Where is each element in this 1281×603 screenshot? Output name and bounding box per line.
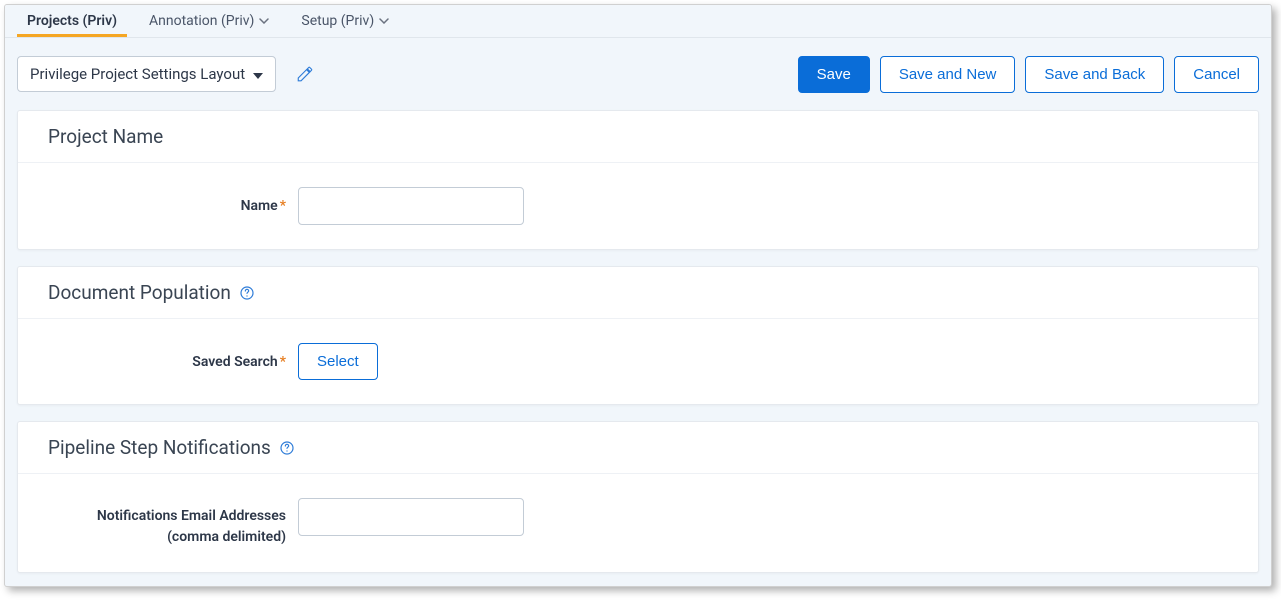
- tab-projects[interactable]: Projects (Priv): [17, 5, 127, 37]
- form-row-name: Name*: [48, 187, 1228, 225]
- panel-project-name: Project Name Name*: [17, 110, 1259, 250]
- toolbar: Privilege Project Settings Layout Save S…: [5, 38, 1271, 110]
- help-icon[interactable]: [239, 285, 255, 301]
- notification-emails-input[interactable]: [298, 498, 524, 536]
- tab-label: Setup (Priv): [301, 13, 374, 29]
- panel-header: Document Population: [18, 267, 1258, 319]
- panel-pipeline-notifications: Pipeline Step Notifications Notification…: [17, 421, 1259, 573]
- content-area: Project Name Name* Document Population: [5, 110, 1271, 587]
- select-saved-search-button[interactable]: Select: [298, 343, 378, 380]
- layout-dropdown-label: Privilege Project Settings Layout: [30, 65, 245, 83]
- caret-down-icon: [253, 65, 263, 83]
- tab-label: Annotation (Priv): [149, 13, 254, 29]
- panel-document-population: Document Population Saved Search* Select: [17, 266, 1259, 405]
- panel-body: Notifications Email Addresses (comma del…: [18, 474, 1258, 572]
- layout-dropdown[interactable]: Privilege Project Settings Layout: [17, 56, 276, 92]
- panel-title: Pipeline Step Notifications: [48, 436, 271, 459]
- saved-search-label: Saved Search*: [48, 354, 298, 370]
- panel-header: Project Name: [18, 111, 1258, 163]
- help-icon[interactable]: [279, 440, 295, 456]
- required-asterisk: *: [280, 354, 286, 370]
- required-asterisk: *: [280, 198, 286, 214]
- tab-label: Projects (Priv): [27, 13, 117, 29]
- panel-body: Saved Search* Select: [18, 319, 1258, 404]
- cancel-button[interactable]: Cancel: [1174, 56, 1259, 93]
- tab-bar: Projects (Priv) Annotation (Priv) Setup …: [5, 5, 1271, 38]
- panel-title: Project Name: [48, 125, 163, 148]
- chevron-down-icon: [379, 18, 389, 24]
- form-row-saved-search: Saved Search* Select: [48, 343, 1228, 380]
- app-container: Projects (Priv) Annotation (Priv) Setup …: [4, 4, 1272, 587]
- pencil-icon[interactable]: [296, 65, 314, 83]
- tab-setup[interactable]: Setup (Priv): [291, 5, 399, 37]
- save-and-back-button[interactable]: Save and Back: [1025, 56, 1164, 93]
- name-input[interactable]: [298, 187, 524, 225]
- notification-emails-label: Notifications Email Addresses (comma del…: [48, 498, 298, 548]
- name-label: Name*: [48, 198, 298, 214]
- save-and-new-button[interactable]: Save and New: [880, 56, 1016, 93]
- chevron-down-icon: [259, 18, 269, 24]
- save-button[interactable]: Save: [798, 56, 870, 93]
- panel-body: Name*: [18, 163, 1258, 249]
- tab-annotation[interactable]: Annotation (Priv): [139, 5, 279, 37]
- form-row-notification-emails: Notifications Email Addresses (comma del…: [48, 498, 1228, 548]
- panel-title: Document Population: [48, 281, 231, 304]
- panel-header: Pipeline Step Notifications: [18, 422, 1258, 474]
